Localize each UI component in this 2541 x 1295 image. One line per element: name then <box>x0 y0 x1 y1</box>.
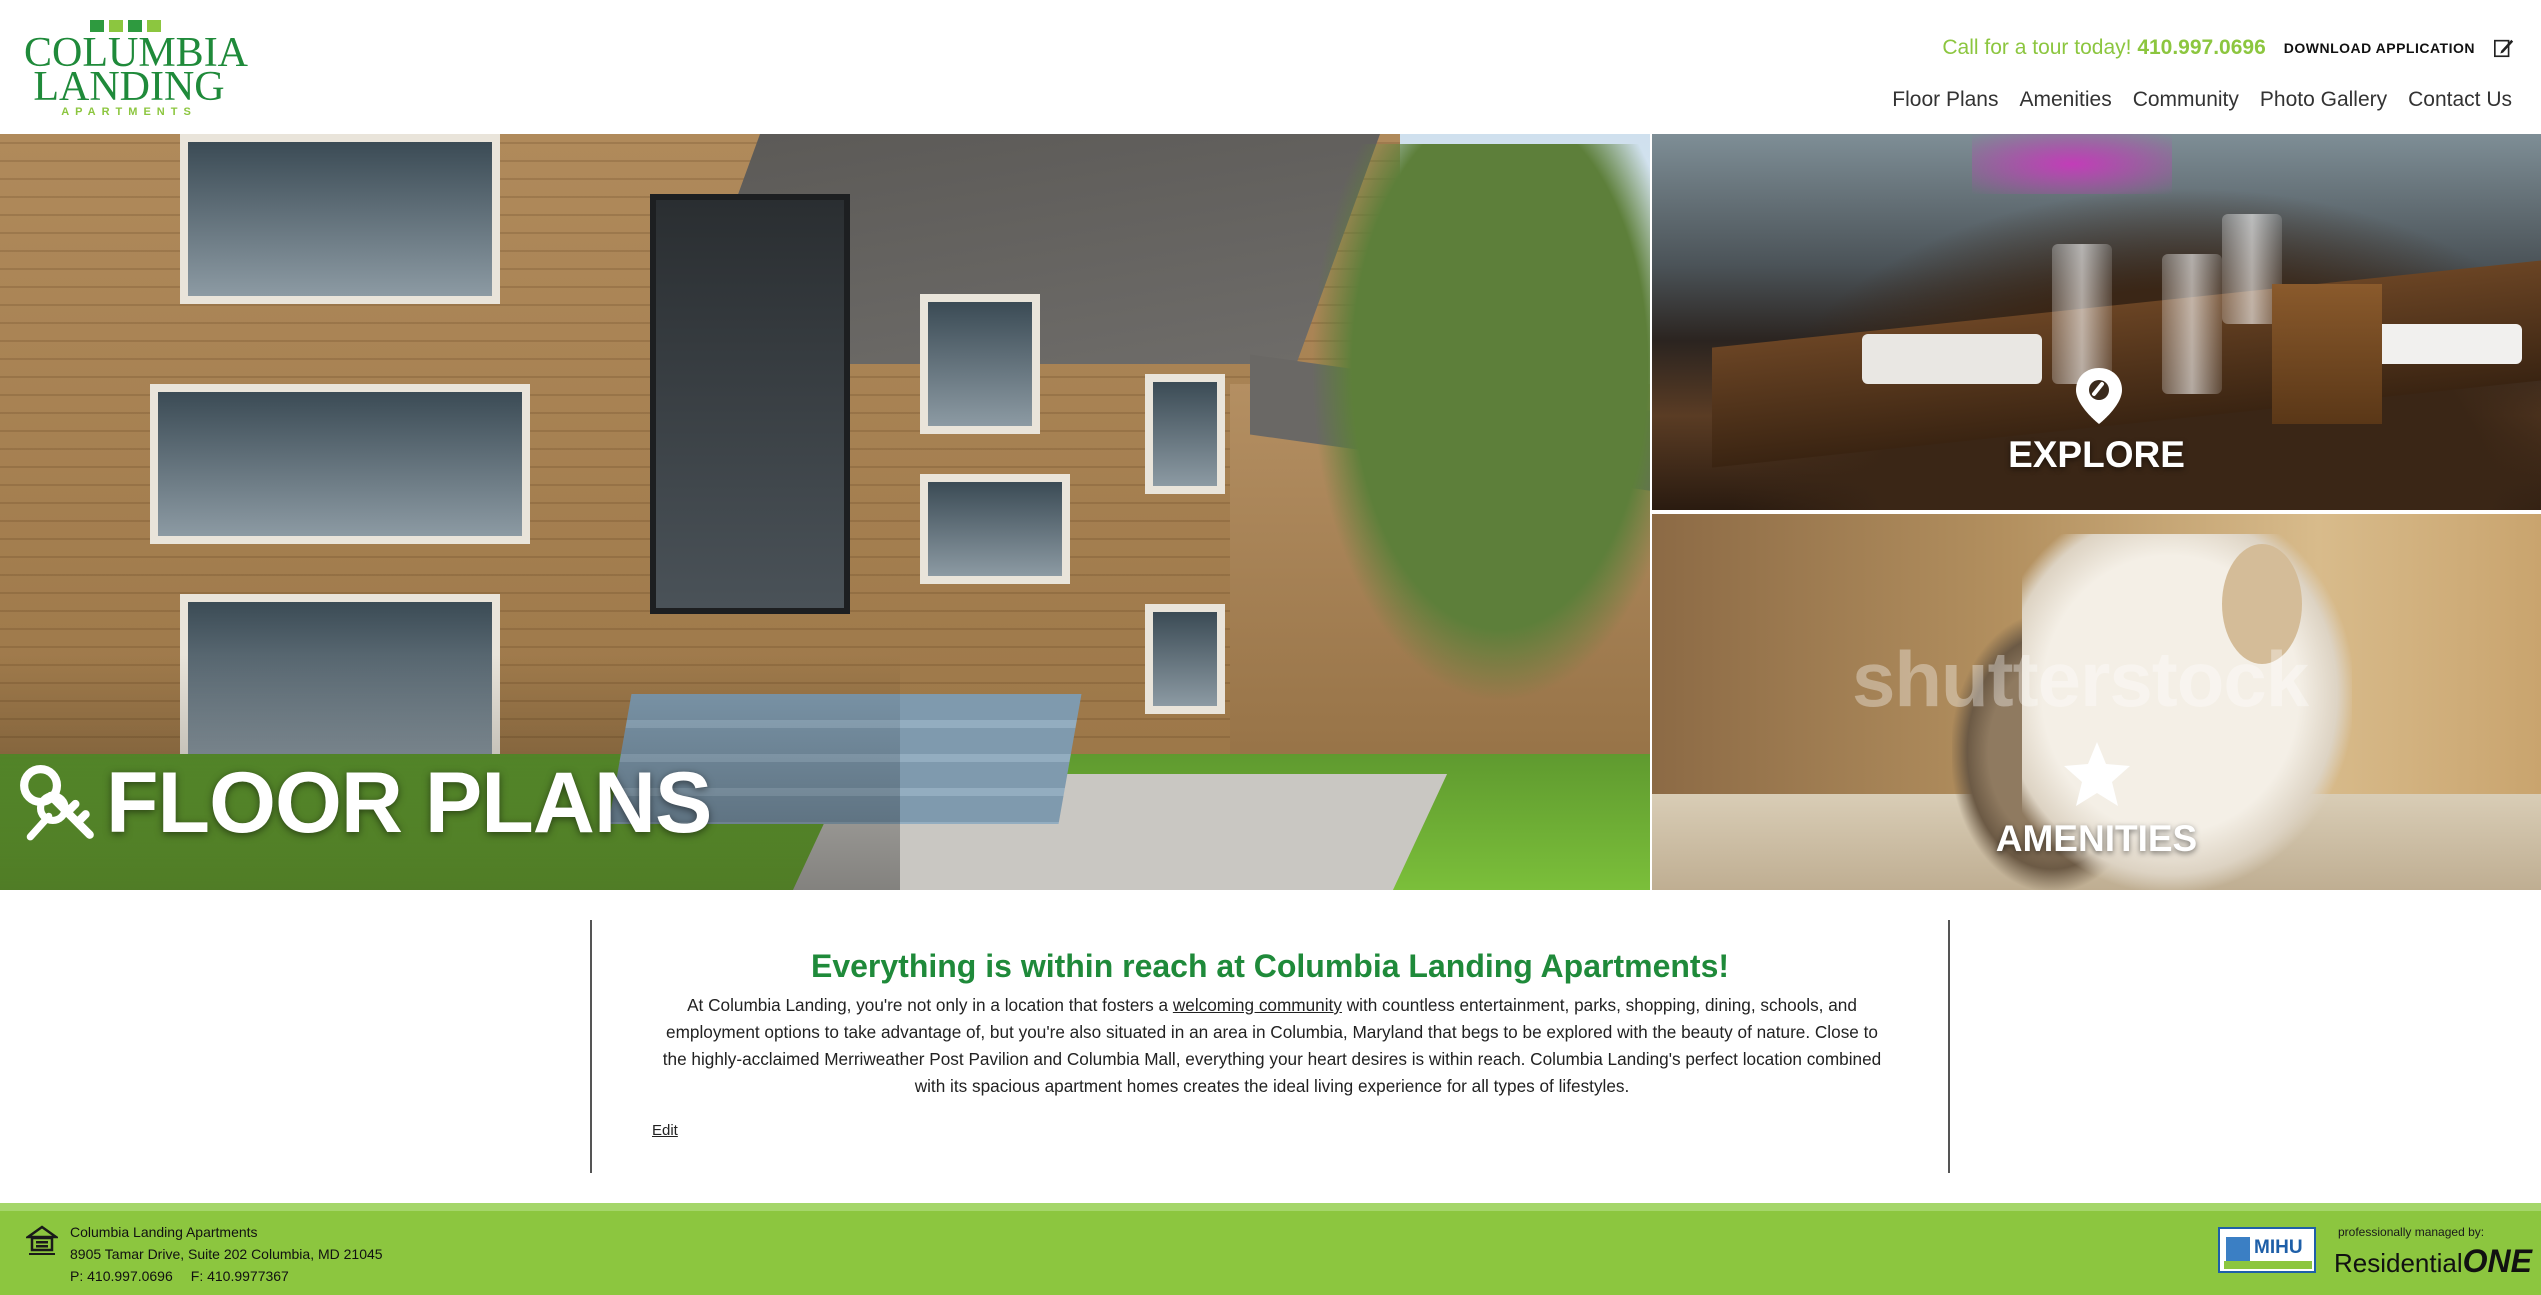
window <box>1145 604 1225 714</box>
logo[interactable]: COLUMBIA LANDING APARTMENTS <box>24 20 248 120</box>
amenities-title: AMENITIES <box>1995 818 2198 859</box>
nav-community[interactable]: Community <box>2133 88 2239 112</box>
site-footer: Columbia Landing Apartments 8905 Tamar D… <box>0 1203 2541 1295</box>
floor-plans-title: FLOOR PLANS <box>106 755 712 851</box>
hero-grid: FLOOR PLANS EXPLORE shutterstock AMENITI… <box>0 134 2541 890</box>
equal-housing-icon <box>26 1225 58 1255</box>
tree <box>1310 144 1650 704</box>
footer-fax: F: 410.9977367 <box>190 1268 289 1284</box>
explore-tile[interactable]: EXPLORE <box>1652 134 2541 510</box>
nav-photo-gallery[interactable]: Photo Gallery <box>2260 88 2387 112</box>
window <box>1145 374 1225 494</box>
main-nav: Floor Plans Amenities Community Photo Ga… <box>1892 88 2512 112</box>
tour-call-text: Call for a tour today! 410.997.0696 <box>1942 36 2265 60</box>
call-label: Call for a tour today! <box>1942 36 2132 59</box>
window <box>920 474 1070 584</box>
floor-plans-label[interactable]: FLOOR PLANS <box>18 754 712 853</box>
mihu-label: MIHU <box>2254 1237 2303 1258</box>
residential-one-logo[interactable]: ResidentialONE <box>2334 1243 2532 1280</box>
amenities-tile[interactable]: shutterstock AMENITIES <box>1652 514 2541 890</box>
intro-title: Everything is within reach at Columbia L… <box>810 948 1730 984</box>
glass <box>2052 244 2112 384</box>
top-bar: Call for a tour today! 410.997.0696 DOWN… <box>1942 36 2515 60</box>
window <box>920 294 1040 434</box>
site-header: COLUMBIA LANDING APARTMENTS Call for a t… <box>0 0 2541 134</box>
residential-text: Residential <box>2334 1248 2463 1278</box>
one-text: ONE <box>2462 1243 2532 1279</box>
entrance-door <box>650 194 850 614</box>
floor-plans-tile[interactable]: FLOOR PLANS <box>0 134 1650 890</box>
phone-link[interactable]: 410.997.0696 <box>2137 36 2265 59</box>
intro-body-start: At Columbia Landing, you're not only in … <box>687 995 1173 1015</box>
edit-icon[interactable] <box>2493 37 2515 59</box>
welcoming-community-link[interactable]: welcoming community <box>1173 995 1342 1015</box>
footer-contact: Columbia Landing Apartments 8905 Tamar D… <box>70 1221 383 1287</box>
logo-line2: LANDING <box>33 64 225 110</box>
window <box>180 134 500 304</box>
intro-section: Everything is within reach at Columbia L… <box>590 920 1950 1173</box>
download-application-link[interactable]: DOWNLOAD APPLICATION <box>2284 40 2475 56</box>
intro-body: At Columbia Landing, you're not only in … <box>652 992 1892 1100</box>
nav-amenities[interactable]: Amenities <box>2019 88 2111 112</box>
edit-link[interactable]: Edit <box>652 1122 678 1139</box>
napkin <box>2372 324 2522 364</box>
map-pin-icon <box>2076 368 2122 424</box>
star-icon <box>2064 742 2130 806</box>
mihu-subbar <box>2224 1261 2312 1269</box>
stock-watermark: shutterstock <box>1852 635 2309 723</box>
napkin <box>1862 334 2042 384</box>
nav-floor-plans[interactable]: Floor Plans <box>1892 88 1998 112</box>
managed-by-label: professionally managed by: <box>2338 1225 2485 1239</box>
wooden-holder <box>2272 284 2382 424</box>
footer-address: 8905 Tamar Drive, Suite 202 Columbia, MD… <box>70 1246 383 1262</box>
footer-phones: P: 410.997.0696 F: 410.9977367 <box>70 1265 383 1287</box>
background-light <box>1972 134 2172 194</box>
explore-title: EXPLORE <box>2008 434 2185 475</box>
window <box>150 384 530 544</box>
footer-name: Columbia Landing Apartments <box>70 1224 258 1240</box>
footer-phone[interactable]: P: 410.997.0696 <box>70 1268 173 1284</box>
keys-icon <box>20 764 94 840</box>
nav-contact-us[interactable]: Contact Us <box>2408 88 2512 112</box>
glass <box>2162 254 2222 394</box>
mihu-logo[interactable]: MIHU <box>2218 1227 2316 1273</box>
mihu-house-icon <box>2226 1237 2250 1261</box>
